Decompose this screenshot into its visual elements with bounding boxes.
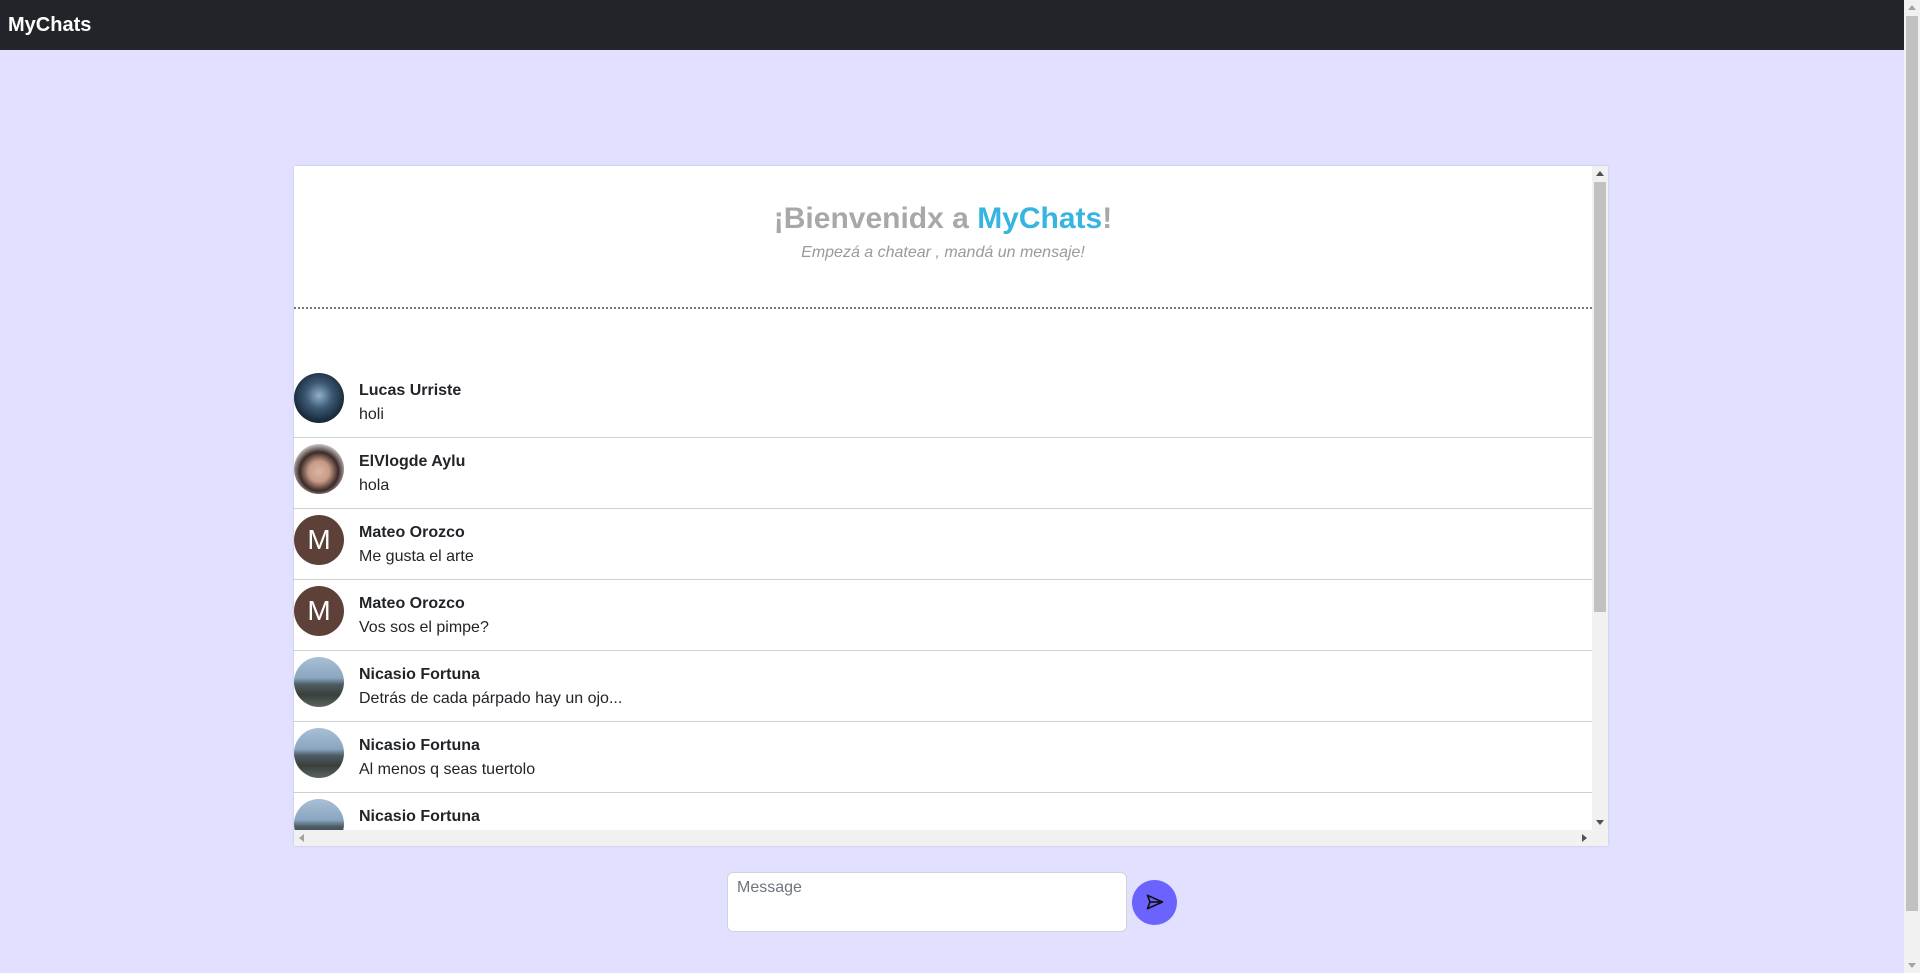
- avatar: [294, 728, 344, 778]
- message-author: ElVlogde Aylu: [359, 453, 466, 470]
- message-item: Nicasio Fortuna: [294, 793, 1592, 830]
- message-input[interactable]: [727, 872, 1127, 932]
- message-author: Lucas Urriste: [359, 382, 462, 399]
- scroll-down-arrow-icon[interactable]: [1908, 963, 1916, 968]
- message-author: Mateo Orozco: [359, 524, 465, 541]
- chat-horizontal-scrollbar[interactable]: [294, 830, 1608, 846]
- message-item: Lucas Urriste holi: [294, 367, 1592, 438]
- message-author: Nicasio Fortuna: [359, 666, 480, 683]
- message-author: Nicasio Fortuna: [359, 808, 480, 825]
- welcome-subtitle: Empezá a chatear , mandá un mensaje!: [801, 244, 1085, 261]
- avatar: M: [294, 586, 344, 636]
- message-text: holi: [359, 406, 384, 423]
- message-text: Vos sos el pimpe?: [359, 619, 489, 636]
- avatar: [294, 799, 344, 830]
- scroll-right-arrow-icon[interactable]: [1582, 834, 1587, 842]
- brand-logo[interactable]: MyChats: [8, 14, 91, 37]
- avatar: [294, 444, 344, 494]
- page-scrollbar[interactable]: [1904, 0, 1920, 973]
- scroll-down-arrow-icon[interactable]: [1596, 820, 1604, 825]
- chat-scroll-area[interactable]: ¡Bienvenidx a MyChats! Empezá a chatear …: [294, 166, 1592, 830]
- welcome-title-prefix: ¡Bienvenidx a: [773, 202, 978, 235]
- welcome-title-suffix: !: [1102, 202, 1113, 235]
- scroll-left-arrow-icon[interactable]: [299, 834, 304, 842]
- navbar: MyChats: [0, 0, 1904, 50]
- welcome-title-accent: MyChats: [977, 202, 1103, 235]
- message-author: Nicasio Fortuna: [359, 737, 480, 754]
- welcome-title: ¡Bienvenidx a MyChats!: [294, 166, 1592, 236]
- message-list: Lucas Urriste holi ElVlogde Aylu hola M …: [294, 367, 1592, 830]
- send-button[interactable]: [1132, 879, 1177, 925]
- message-author: Mateo Orozco: [359, 595, 465, 612]
- message-text: Detrás de cada párpado hay un ojo...: [359, 690, 623, 707]
- message-text: Me gusta el arte: [359, 548, 474, 565]
- message-text: Al menos q seas tuertolo: [359, 761, 536, 778]
- message-item: ElVlogde Aylu hola: [294, 438, 1592, 509]
- avatar: [294, 657, 344, 707]
- scroll-up-arrow-icon[interactable]: [1908, 5, 1916, 10]
- chat-vertical-scrollbar[interactable]: [1592, 166, 1608, 830]
- message-item: M Mateo Orozco Me gusta el arte: [294, 509, 1592, 580]
- avatar: [294, 373, 344, 423]
- message-composer: [727, 872, 1177, 932]
- chat-scrollbar-thumb[interactable]: [1594, 182, 1606, 612]
- message-item: Nicasio Fortuna Al menos q seas tuertolo: [294, 722, 1592, 793]
- page-scrollbar-thumb[interactable]: [1906, 16, 1918, 911]
- message-item: M Mateo Orozco Vos sos el pimpe?: [294, 580, 1592, 651]
- avatar: M: [294, 515, 344, 565]
- message-text: hola: [359, 477, 390, 494]
- chat-container: ¡Bienvenidx a MyChats! Empezá a chatear …: [294, 166, 1608, 846]
- message-item: Nicasio Fortuna Detrás de cada párpado h…: [294, 651, 1592, 722]
- scroll-up-arrow-icon[interactable]: [1596, 171, 1604, 176]
- welcome-banner: ¡Bienvenidx a MyChats! Empezá a chatear …: [294, 166, 1592, 309]
- send-icon: [1146, 894, 1163, 910]
